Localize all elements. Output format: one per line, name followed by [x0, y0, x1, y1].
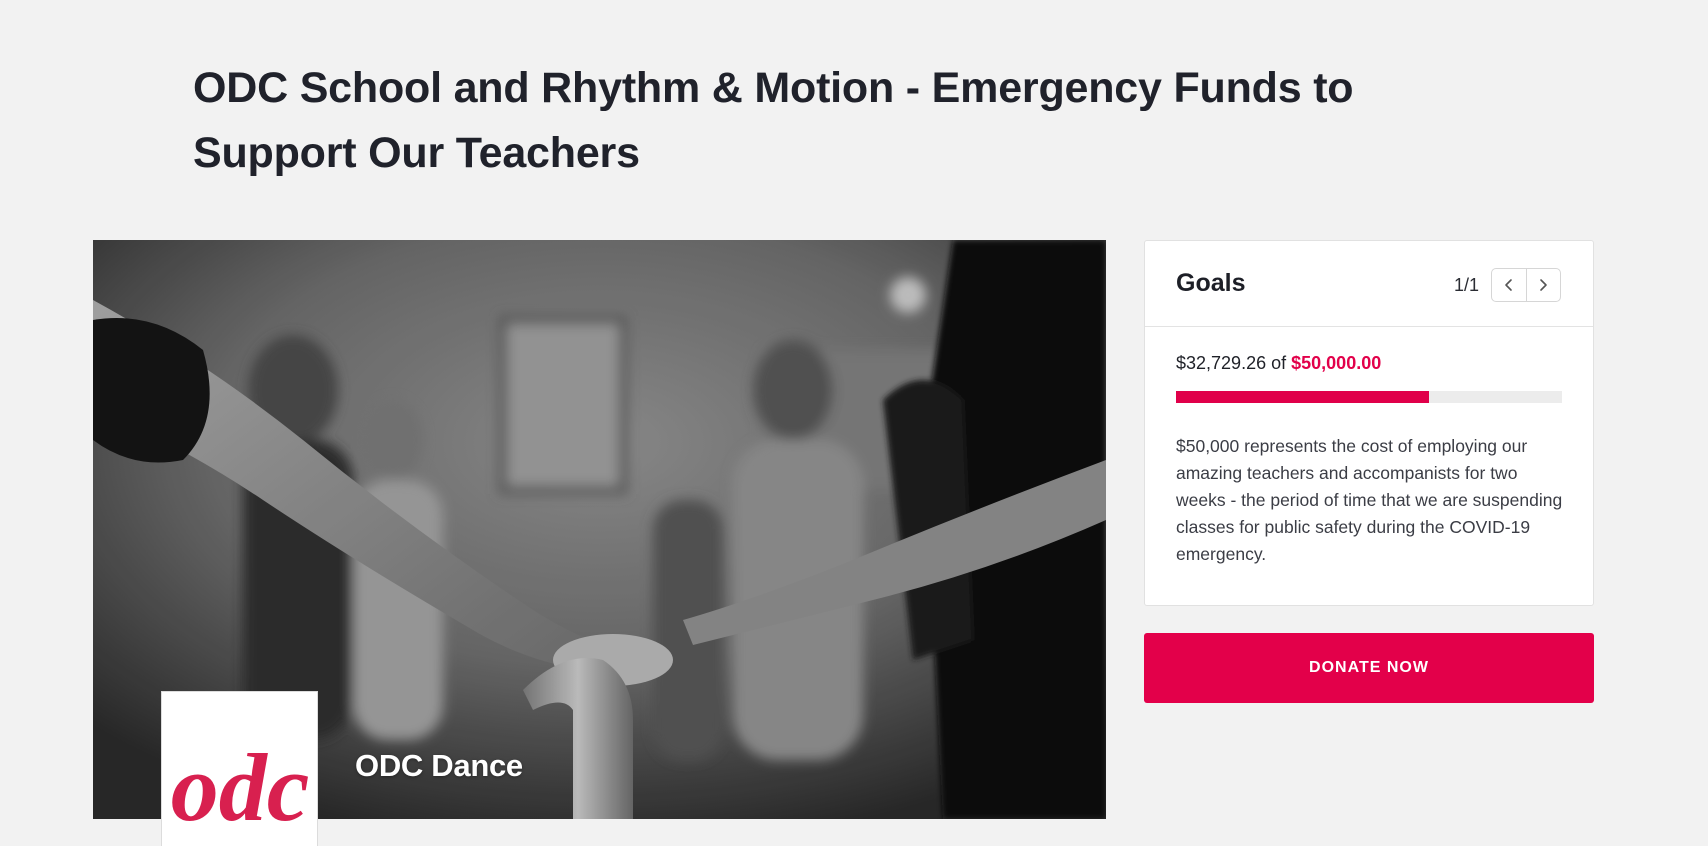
goals-card: Goals 1/1 $32,729.26 of $50,000.00 $50,0…: [1144, 240, 1594, 606]
org-logo-text: odc: [171, 734, 310, 841]
goals-next-button[interactable]: [1525, 269, 1561, 301]
org-logo[interactable]: odc: [161, 691, 318, 846]
goals-pager-count: 1/1: [1454, 275, 1480, 295]
raised-summary: $32,729.26 of $50,000.00: [1176, 353, 1381, 374]
donate-now-button[interactable]: DONATE NOW: [1144, 633, 1594, 703]
goals-pager-buttons: [1491, 268, 1561, 302]
goal-amount: $50,000.00: [1291, 353, 1382, 373]
chevron-right-icon: [1540, 279, 1548, 291]
goals-prev-button[interactable]: [1492, 269, 1526, 301]
campaign-title: ODC School and Rhythm & Motion - Emergen…: [193, 64, 1354, 177]
chevron-left-icon: [1504, 279, 1512, 291]
raised-of-label: of: [1271, 353, 1287, 373]
goal-progress-fill: [1176, 391, 1429, 403]
raised-amount: $32,729.26: [1176, 353, 1267, 373]
goals-title: Goals: [1176, 269, 1246, 297]
goal-description: $50,000 represents the cost of employing…: [1176, 436, 1563, 564]
goal-progress-bar: [1176, 391, 1562, 403]
goals-header: Goals 1/1: [1145, 241, 1593, 327]
campaign-page: ODC School and Rhythm & Motion - Emergen…: [0, 0, 1708, 846]
org-name-link[interactable]: ODC Dance: [355, 748, 523, 784]
